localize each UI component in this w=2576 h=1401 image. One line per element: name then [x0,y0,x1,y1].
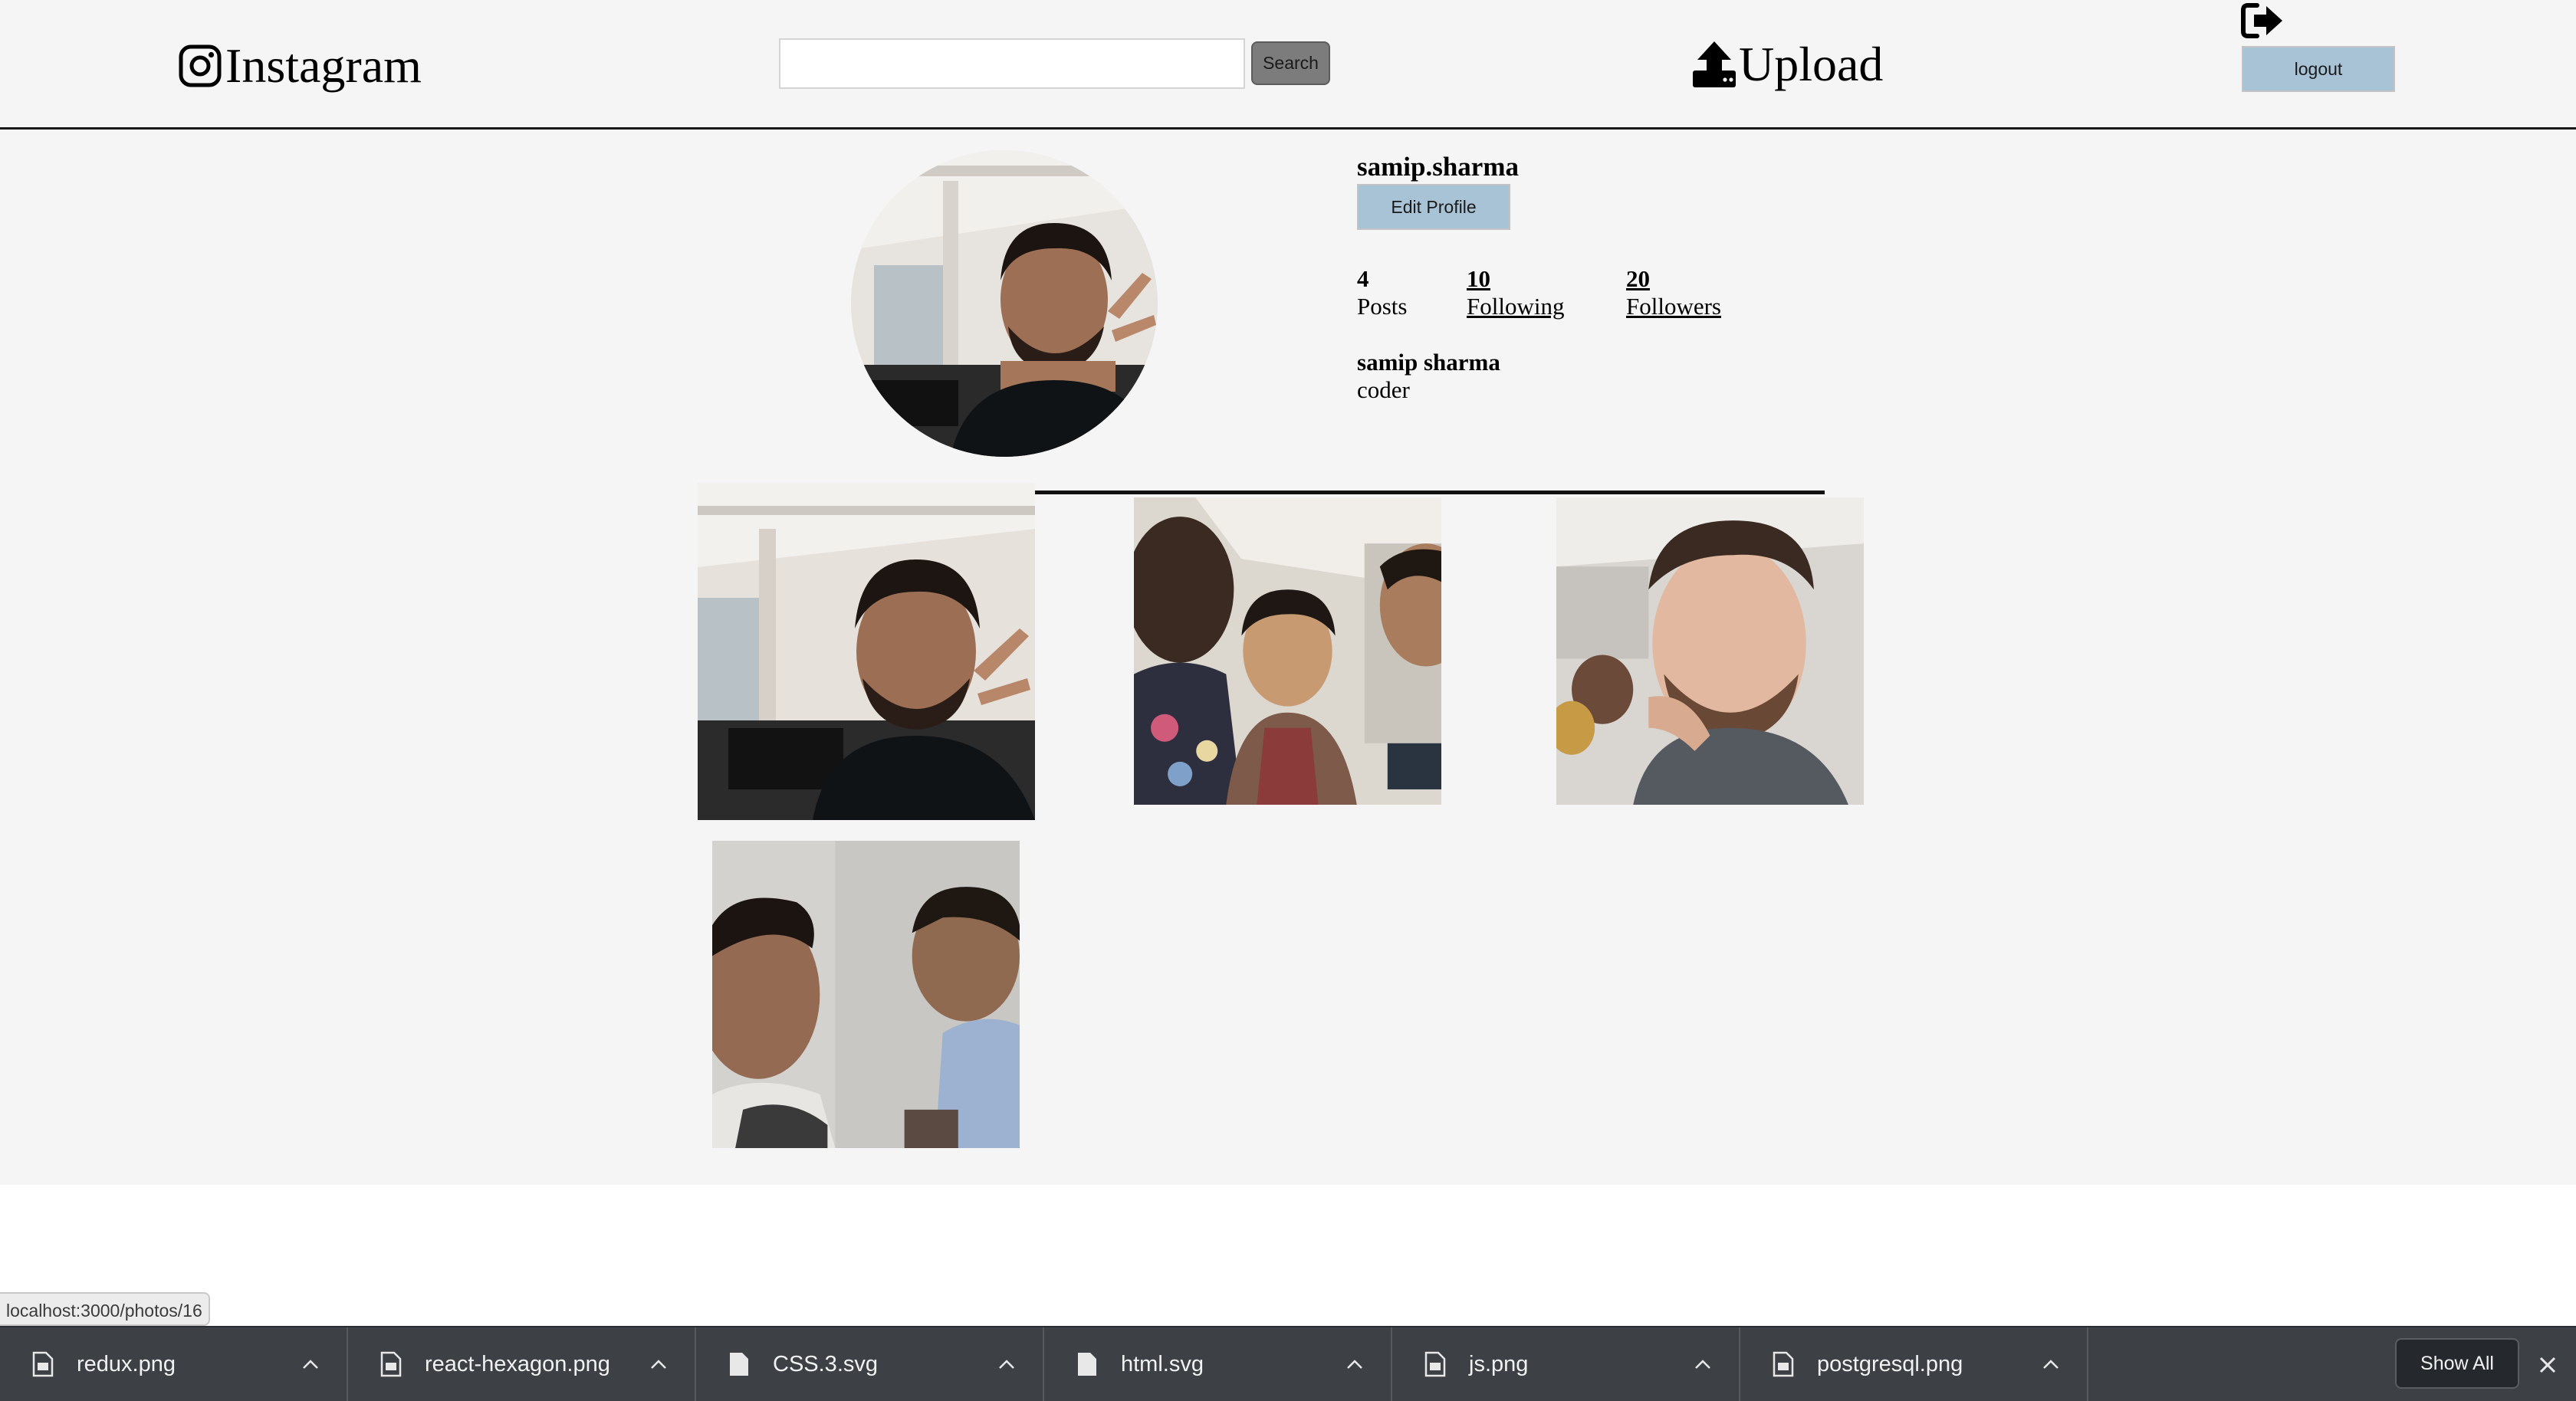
photo-tile[interactable] [1134,497,1441,805]
following-label: Following [1467,293,1565,320]
download-item[interactable]: redux.png [0,1327,348,1401]
download-filename: redux.png [77,1351,176,1376]
download-item[interactable]: js.png [1392,1327,1740,1401]
logout-icon[interactable] [2240,2,2285,40]
image-file-icon [1424,1351,1446,1377]
download-item[interactable]: react-hexagon.png [348,1327,696,1401]
download-filename: postgresql.png [1817,1351,1963,1376]
download-filename: CSS.3.svg [773,1351,878,1376]
download-shelf: redux.png react-hexagon.png CSS.3.svg ht… [0,1326,2576,1401]
stat-followers[interactable]: 20 Followers [1626,265,1721,320]
stat-following[interactable]: 10 Following [1467,265,1564,320]
followers-label: Followers [1626,293,1721,320]
image-file-icon [380,1351,402,1377]
link-status-url: localhost:3000/photos/16 [0,1292,210,1326]
following-count: 10 [1467,265,1490,292]
photo-tile[interactable] [1556,497,1864,805]
chevron-up-icon[interactable] [1694,1359,1711,1370]
photo-tile[interactable] [712,841,1020,1148]
file-icon [730,1353,748,1376]
download-item[interactable]: postgresql.png [1740,1327,2088,1401]
download-filename: html.svg [1121,1351,1204,1376]
image-file-icon [32,1351,54,1377]
file-icon [1078,1353,1096,1376]
show-all-button[interactable]: Show All [2395,1338,2519,1389]
upload-link[interactable]: Upload [1691,35,1883,94]
profile-username: samip.sharma [1357,152,1519,182]
download-item[interactable]: CSS.3.svg [696,1327,1044,1401]
followers-count: 20 [1626,265,1650,292]
download-item[interactable]: html.svg [1044,1327,1392,1401]
navbar: Instagram Search Upload logout [0,0,2576,130]
profile-bio: coder [1357,376,1410,403]
chevron-up-icon[interactable] [302,1359,319,1370]
brand-link[interactable]: Instagram [178,37,422,95]
stat-posts: 4 Posts [1357,265,1407,320]
section-divider [1035,491,1825,494]
photo-tile[interactable] [698,483,1035,820]
chevron-up-icon[interactable] [2042,1359,2059,1370]
image-file-icon [1773,1351,1794,1377]
chevron-up-icon[interactable] [998,1359,1015,1370]
close-icon[interactable] [2538,1355,2558,1375]
profile-avatar [851,150,1158,457]
chevron-up-icon[interactable] [650,1359,667,1370]
download-filename: react-hexagon.png [425,1351,610,1376]
edit-profile-button[interactable]: Edit Profile [1357,184,1510,230]
logout-button[interactable]: logout [2242,46,2395,92]
upload-icon [1693,41,1736,87]
chevron-up-icon[interactable] [1346,1359,1363,1370]
profile-full-name: samip sharma [1357,349,1500,376]
posts-count: 4 [1357,265,1369,292]
instagram-icon [179,44,222,87]
search-input[interactable] [779,38,1245,89]
page: Instagram Search Upload logout samip.sha… [0,0,2576,1401]
search-button[interactable]: Search [1251,41,1330,85]
brand-name: Instagram [225,38,422,93]
app-area: Instagram Search Upload logout samip.sha… [0,0,2576,1185]
posts-label: Posts [1357,293,1408,320]
download-filename: js.png [1469,1351,1529,1376]
upload-label: Upload [1739,37,1884,91]
